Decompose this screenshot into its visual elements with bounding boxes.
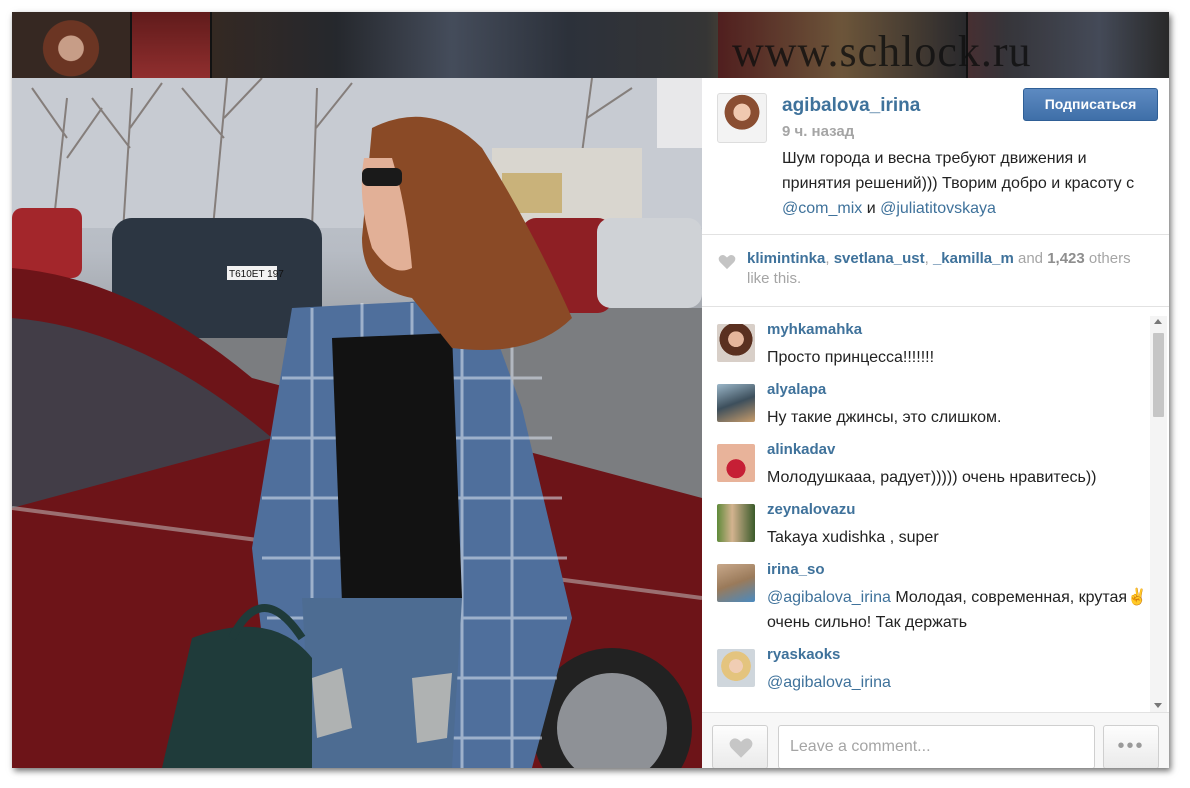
comment-body: Takaya xudishka , super — [767, 529, 939, 546]
commenter-avatar[interactable] — [717, 649, 755, 687]
follow-button[interactable]: Подписаться — [1023, 88, 1158, 121]
commenter-avatar[interactable] — [717, 504, 755, 542]
commenter-avatar[interactable] — [717, 444, 755, 482]
scroll-up-arrow-icon[interactable] — [1154, 319, 1162, 324]
comments-list[interactable]: myhkamahka Просто принцесса!!!!!!! alyal… — [702, 316, 1169, 712]
comment-footer: ••• — [702, 712, 1169, 768]
commenter-avatar[interactable] — [717, 324, 755, 362]
scroll-down-arrow-icon[interactable] — [1154, 703, 1162, 708]
photo-modal: www.schlock.ru T610ET 197 agibalova_irin… — [12, 12, 1169, 768]
caption-and-text: и — [862, 200, 881, 217]
post-photo[interactable]: T610ET 197 — [12, 78, 702, 768]
like-button[interactable] — [712, 725, 768, 768]
post-details-panel: agibalova_irina 9 ч. назад Подписаться Ш… — [702, 78, 1169, 768]
post-header: agibalova_irina 9 ч. назад Подписаться Ш… — [702, 78, 1169, 235]
commenter-username-link[interactable]: myhkamahka — [767, 321, 862, 338]
commenter-username-link[interactable]: irina_so — [767, 561, 825, 578]
heart-icon — [718, 254, 736, 270]
comment-body: Молодушкааа, радует))))) очень нравитесь… — [767, 469, 1097, 486]
caption-mention-link[interactable]: @com_mix — [782, 200, 862, 217]
comments-scrollbar[interactable] — [1150, 316, 1167, 712]
comment-item: ryaskaoks @agibalova_irina — [717, 644, 1137, 704]
comment-body: Ну такие джинсы, это слишком. — [767, 409, 1002, 426]
scrollbar-thumb[interactable] — [1153, 333, 1164, 417]
caption-text: Шум города и весна требуют движения и пр… — [782, 150, 1135, 192]
liker-link[interactable]: _kamilla_m — [933, 250, 1014, 267]
background-feed-strip: www.schlock.ru — [12, 12, 1169, 78]
post-timestamp: 9 ч. назад — [782, 123, 855, 140]
likes-section: klimintinka, svetlana_ust, _kamilla_m an… — [702, 235, 1169, 307]
commenter-avatar[interactable] — [717, 564, 755, 602]
more-options-button[interactable]: ••• — [1103, 725, 1159, 768]
comment-body: Просто принцесса!!!!!!! — [767, 349, 935, 366]
likes-and-text: and — [1013, 250, 1048, 267]
more-dots-icon: ••• — [1117, 735, 1145, 757]
comment-text: Молодушкааа, радует))))) очень нравитесь… — [767, 465, 1157, 490]
license-plate-text: T610ET 197 — [229, 269, 284, 280]
comment-mention-link[interactable]: @agibalova_irina — [767, 589, 891, 606]
watermark-text: www.schlock.ru — [732, 27, 1032, 76]
commenter-username-link[interactable]: zeynalovazu — [767, 501, 855, 518]
post-caption: Шум города и весна требуют движения и пр… — [782, 146, 1152, 221]
background-thumbnail — [132, 12, 212, 78]
comment-mention-link[interactable]: @agibalova_irina — [767, 674, 891, 691]
background-thumbnail — [12, 12, 132, 78]
comment-text: @agibalova_irina — [767, 670, 1157, 695]
comment-item: irina_so @agibalova_irina Молодая, совре… — [717, 559, 1147, 644]
commenter-avatar[interactable] — [717, 384, 755, 422]
likes-summary: klimintinka, svetlana_ust, _kamilla_m an… — [747, 250, 1131, 287]
liker-link[interactable]: klimintinka — [747, 250, 825, 267]
comment-input[interactable] — [778, 725, 1095, 768]
comment-item: myhkamahka Просто принцесса!!!!!!! — [717, 319, 1137, 379]
liker-link[interactable]: svetlana_ust — [834, 250, 925, 267]
author-avatar[interactable] — [717, 93, 767, 143]
comment-text: Takaya xudishka , super — [767, 525, 1157, 550]
author-username-link[interactable]: agibalova_irina — [782, 95, 920, 117]
commenter-username-link[interactable]: alinkadav — [767, 441, 835, 458]
comment-item: zeynalovazu Takaya xudishka , super — [717, 499, 1137, 559]
likes-count[interactable]: 1,423 — [1047, 250, 1085, 267]
comment-text: Просто принцесса!!!!!!! — [767, 345, 1157, 370]
comment-item: alinkadav Молодушкааа, радует))))) очень… — [717, 439, 1137, 499]
commenter-username-link[interactable]: ryaskaoks — [767, 646, 840, 663]
comment-text: Ну такие джинсы, это слишком. — [767, 405, 1157, 430]
comment-text: @agibalova_irina Молодая, современная, к… — [767, 585, 1157, 635]
commenter-username-link[interactable]: alyalapa — [767, 381, 826, 398]
photo-illustration: T610ET 197 — [12, 78, 702, 768]
comment-item: alyalapa Ну такие джинсы, это слишком. — [717, 379, 1137, 439]
heart-icon — [729, 738, 753, 758]
caption-mention-link[interactable]: @juliatitovskaya — [880, 200, 996, 217]
